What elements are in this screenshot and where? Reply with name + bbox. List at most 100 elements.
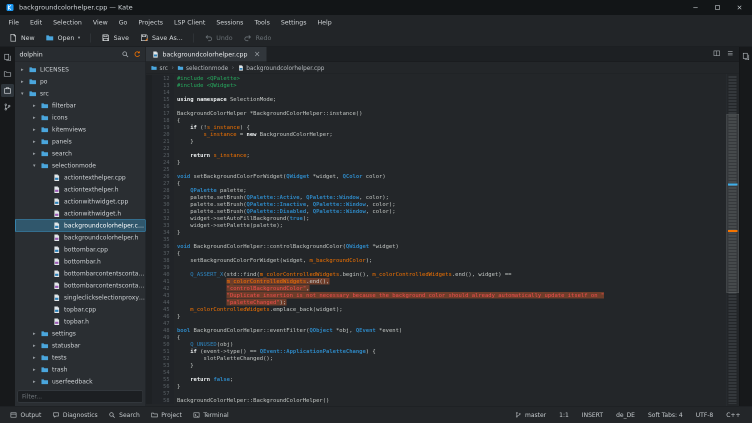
minimize-button[interactable]: [692, 4, 699, 11]
tree-item-panels[interactable]: ▸panels: [15, 136, 146, 148]
breadcrumb-item-src[interactable]: src: [151, 64, 168, 71]
folder-icon: [29, 66, 37, 74]
statusbar-project-button[interactable]: Project: [146, 408, 187, 421]
menu-view[interactable]: View: [87, 15, 113, 29]
expand-icon[interactable]: ▸: [19, 79, 26, 85]
menu-settings[interactable]: Settings: [275, 15, 312, 29]
split-view-button[interactable]: [713, 50, 721, 60]
menu-file[interactable]: File: [3, 15, 24, 29]
tree-item-actionwithwidget-cpp[interactable]: actionwithwidget.cpp: [15, 196, 146, 208]
line-number: 46: [152, 313, 174, 320]
tree-item-filterbar[interactable]: ▸filterbar: [15, 100, 146, 112]
tree-item-bottombarcontentscontainer-h[interactable]: bottombarcontentscontainer.h: [15, 280, 146, 292]
status-utf-8[interactable]: UTF-8: [689, 411, 719, 418]
minimap-visible-region[interactable]: [727, 114, 740, 293]
sidebar-tool-filesystem-browser[interactable]: [1, 68, 14, 81]
expand-icon[interactable]: ▸: [31, 103, 38, 109]
tree-item-userfeedback[interactable]: ▸userfeedback: [15, 376, 146, 388]
project-filter-input[interactable]: [18, 391, 144, 403]
tab-backgroundcolorhelper-cpp[interactable]: backgroundcolorhelper.cpp ×: [146, 47, 266, 62]
close-button[interactable]: [736, 4, 743, 11]
tree-item-backgroundcolorhelper-cpp[interactable]: backgroundcolorhelper.cpp: [15, 220, 146, 232]
tree-item-statusbar[interactable]: ▸statusbar: [15, 340, 146, 352]
document-list-button[interactable]: [727, 50, 735, 60]
toolbar-save-as-button[interactable]: Save As...: [135, 30, 188, 45]
breadcrumb-item-backgroundcolorhelper-cpp[interactable]: backgroundcolorhelper.cpp: [238, 64, 325, 71]
tree-item-search[interactable]: ▸search: [15, 148, 146, 160]
tree-item-bottombar-h[interactable]: bottombar.h: [15, 256, 146, 268]
tree-item-settings[interactable]: ▸settings: [15, 328, 146, 340]
panel-action-refresh[interactable]: [134, 51, 142, 59]
status-master-label: master: [525, 411, 546, 418]
sidebar-tool-projects[interactable]: [1, 84, 14, 97]
tree-item-selectionmode[interactable]: ▾selectionmode: [15, 160, 146, 172]
expand-icon[interactable]: ▸: [19, 67, 26, 73]
toolbar-save-button[interactable]: Save: [97, 30, 134, 45]
menu-edit[interactable]: Edit: [24, 15, 47, 29]
tab-close-icon[interactable]: ×: [254, 51, 260, 59]
tree-item-singleclickselectionproxystyle-cpp[interactable]: singleclickselectionproxystyle.cpp: [15, 292, 146, 304]
menu-tools[interactable]: Tools: [249, 15, 275, 29]
collapse-icon[interactable]: ▾: [19, 91, 26, 97]
toolbar-open-button[interactable]: Open▾: [41, 30, 85, 45]
expand-icon[interactable]: ▸: [31, 343, 38, 349]
tree-item-src[interactable]: ▾src: [15, 88, 146, 100]
tree-item-licenses[interactable]: ▸LICENSES: [15, 64, 146, 76]
status-master[interactable]: master: [508, 411, 552, 418]
tree-item-kitemviews[interactable]: ▸kitemviews: [15, 124, 146, 136]
tree-item-actiontexthelper-cpp[interactable]: actiontexthelper.cpp: [15, 172, 146, 184]
menu-selection[interactable]: Selection: [48, 15, 88, 29]
expand-icon[interactable]: ▸: [31, 367, 38, 373]
tree-item-topbar-cpp[interactable]: topbar.cpp: [15, 304, 146, 316]
tree-item-actiontexthelper-h[interactable]: actiontexthelper.h: [15, 184, 146, 196]
menu-sessions[interactable]: Sessions: [211, 15, 249, 29]
tree-item-bottombarcontentscontainer-cpp[interactable]: bottombarcontentscontainer.cpp: [15, 268, 146, 280]
tree-item-trash[interactable]: ▸trash: [15, 364, 146, 376]
sidebar-tool-documents-panel[interactable]: [740, 51, 751, 62]
minimap-scrollbar[interactable]: [726, 74, 739, 406]
diagnostics-icon: [52, 411, 59, 418]
sidebar-tool-documents[interactable]: [1, 51, 14, 64]
expand-icon[interactable]: ▸: [31, 127, 38, 133]
menu-help[interactable]: Help: [312, 15, 337, 29]
menu-go[interactable]: Go: [113, 15, 133, 29]
expand-icon[interactable]: ▸: [31, 379, 38, 385]
expand-icon[interactable]: ▸: [31, 151, 38, 157]
panel-action-search[interactable]: [122, 51, 130, 59]
code-editor[interactable]: 12#include <QPalette>13#include <QWidget…: [146, 74, 726, 406]
status-soft-tabs-4[interactable]: Soft Tabs: 4: [641, 411, 689, 418]
breadcrumb-item-selectionmode[interactable]: selectionmode: [178, 64, 229, 71]
line-number: 19: [152, 124, 174, 131]
status-1-1[interactable]: 1:1: [553, 411, 576, 418]
expand-icon[interactable]: ▸: [31, 115, 38, 121]
statusbar-search-button[interactable]: Search: [104, 408, 145, 421]
tree-item-po[interactable]: ▸po: [15, 76, 146, 88]
tree-item-actionwithwidget-h[interactable]: actionwithwidget.h: [15, 208, 146, 220]
status-insert[interactable]: INSERT: [575, 411, 609, 418]
statusbar-diagnostics-button[interactable]: Diagnostics: [47, 408, 102, 421]
tree-item-icons[interactable]: ▸icons: [15, 112, 146, 124]
line-number: 51: [152, 348, 174, 355]
sidebar-tool-git[interactable]: [1, 101, 14, 114]
tree-item-tests[interactable]: ▸tests: [15, 352, 146, 364]
code-line-text: #include <QPalette>: [174, 75, 726, 82]
collapse-icon[interactable]: ▾: [31, 163, 38, 169]
expand-icon[interactable]: ▸: [31, 331, 38, 337]
statusbar-terminal-button[interactable]: Terminal: [188, 408, 234, 421]
tree-item-backgroundcolorhelper-h[interactable]: backgroundcolorhelper.h: [15, 232, 146, 244]
menu-projects[interactable]: Projects: [133, 15, 169, 29]
menu-lsp-client[interactable]: LSP Client: [169, 15, 211, 29]
tab-label: backgroundcolorhelper.cpp: [163, 51, 248, 59]
line-number: 13: [152, 82, 174, 89]
tree-item-topbar-h[interactable]: topbar.h: [15, 316, 146, 328]
expand-icon[interactable]: ▸: [31, 139, 38, 145]
open-folder-icon: [46, 34, 55, 43]
statusbar-output-button[interactable]: Output: [5, 408, 46, 421]
titlebar[interactable]: backgroundcolorhelper.cpp — Kate: [0, 0, 752, 15]
maximize-button[interactable]: [714, 4, 721, 11]
status-de-de[interactable]: de_DE: [610, 411, 642, 418]
status-c[interactable]: C++: [720, 411, 747, 418]
tree-item-bottombar-cpp[interactable]: bottombar.cpp: [15, 244, 146, 256]
toolbar-new-button[interactable]: New: [4, 30, 40, 45]
expand-icon[interactable]: ▸: [31, 355, 38, 361]
